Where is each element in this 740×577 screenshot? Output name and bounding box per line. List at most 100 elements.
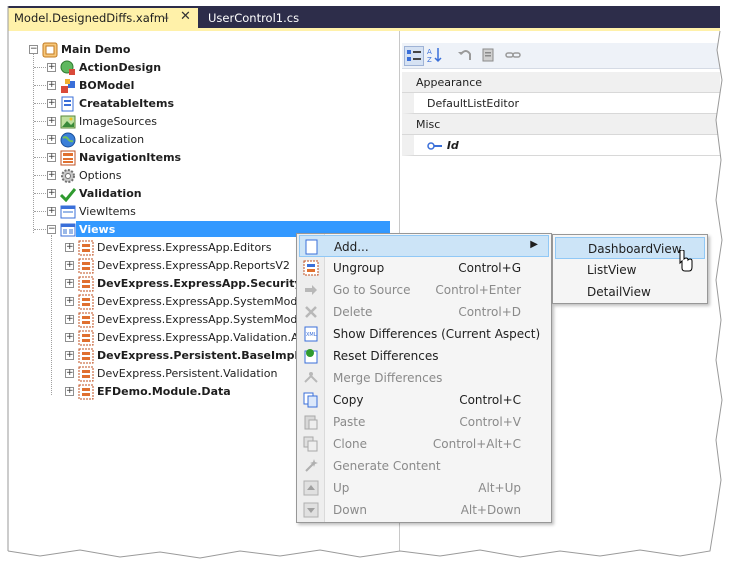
- property-row-editor[interactable]: DefaultListEditor: [402, 93, 720, 114]
- module-icon: [78, 312, 94, 328]
- menu-item-add[interactable]: Add... ▶: [299, 235, 549, 257]
- key-icon: [427, 142, 442, 150]
- alphabetical-button[interactable]: AZ: [426, 46, 446, 66]
- expand-icon[interactable]: +: [65, 243, 74, 252]
- tab-model-designed-diffs[interactable]: Model.DesignedDiffs.xafml ⫨ ✕: [8, 8, 198, 28]
- tree-connector: [33, 53, 34, 233]
- expand-icon[interactable]: +: [65, 387, 74, 396]
- expand-icon[interactable]: +: [47, 153, 56, 162]
- menu-item-go-to-source[interactable]: Go to Source Control+Enter: [299, 279, 549, 301]
- svg-text:XML: XML: [306, 332, 317, 338]
- property-row-id[interactable]: Id: [402, 135, 720, 156]
- up-icon: [303, 480, 319, 496]
- expand-icon[interactable]: +: [65, 261, 74, 270]
- undo-icon: [458, 50, 471, 60]
- menu-item-clone[interactable]: Clone Control+Alt+C: [299, 433, 549, 455]
- menu-item-copy[interactable]: Copy Control+C: [299, 389, 549, 411]
- tree-node-options[interactable]: + Options: [34, 167, 344, 185]
- svg-text:A: A: [427, 48, 432, 56]
- close-icon[interactable]: ✕: [180, 9, 191, 24]
- properties-button[interactable]: [480, 46, 500, 66]
- tree-node-validation[interactable]: + Validation: [34, 185, 344, 203]
- add-icon: [305, 239, 318, 255]
- tree-node-label: NavigationItems: [79, 151, 182, 164]
- tree-node-label: DevExpress.ExpressApp.SystemModule: [97, 295, 315, 308]
- expand-icon[interactable]: +: [65, 369, 74, 378]
- link-icon: [505, 52, 521, 58]
- checkmark-icon: [60, 188, 76, 202]
- expand-icon[interactable]: +: [47, 171, 56, 180]
- delete-icon: [305, 306, 317, 318]
- property-category-appearance[interactable]: Appearance: [402, 72, 720, 93]
- xml-diff-icon: XML: [304, 326, 318, 342]
- tree-connector: [51, 235, 52, 395]
- expand-icon[interactable]: +: [47, 99, 56, 108]
- tree-node-bomodel[interactable]: + BOModel: [34, 77, 344, 95]
- tree-node-label: DevExpress.Persistent.BaseImpl.EF: [97, 349, 318, 362]
- globe-icon: [60, 132, 76, 148]
- menu-item-generate-content[interactable]: Generate Content: [299, 455, 549, 477]
- module-icon: [78, 258, 94, 274]
- collapse-icon[interactable]: −: [29, 45, 38, 54]
- tree-node-root[interactable]: − Main Demo: [26, 41, 326, 59]
- views-icon: [60, 223, 76, 237]
- menu-item-paste[interactable]: Paste Control+V: [299, 411, 549, 433]
- copy-icon: [303, 392, 318, 408]
- expand-icon[interactable]: +: [47, 189, 56, 198]
- menu-item-ungroup[interactable]: Ungroup Control+G: [299, 257, 549, 279]
- tree-node-label: Options: [79, 169, 122, 182]
- menu-item-merge-differences[interactable]: Merge Differences: [299, 367, 549, 389]
- expand-icon[interactable]: +: [47, 81, 56, 90]
- mouse-cursor-icon: [679, 250, 693, 272]
- sort-az-icon: AZ: [427, 48, 442, 64]
- expand-icon[interactable]: +: [65, 297, 74, 306]
- expand-icon[interactable]: +: [47, 63, 56, 72]
- expand-icon[interactable]: +: [47, 135, 56, 144]
- merge-icon: [304, 372, 318, 383]
- menu-item-reset-differences[interactable]: Reset Differences: [299, 345, 549, 367]
- expand-icon[interactable]: +: [47, 117, 56, 126]
- tab-label: Model.DesignedDiffs.xafml: [14, 11, 169, 25]
- tree-node-creatableitems[interactable]: + CreatableItems: [34, 95, 344, 113]
- undo-button[interactable]: [456, 46, 476, 66]
- bomodel-icon: [61, 79, 75, 93]
- submenu-item-detailview[interactable]: DetailView: [555, 281, 705, 303]
- tree-node-imagesources[interactable]: + ImageSources: [34, 113, 344, 131]
- property-value: DefaultListEditor: [427, 97, 519, 110]
- expand-icon[interactable]: +: [65, 279, 74, 288]
- expand-icon[interactable]: +: [65, 333, 74, 342]
- tree-node-localization[interactable]: + Localization: [34, 131, 344, 149]
- expand-icon[interactable]: +: [65, 315, 74, 324]
- tree-node-label: BOModel: [79, 79, 135, 92]
- model-root-icon: [42, 42, 58, 58]
- go-to-source-icon: [305, 285, 317, 295]
- expand-icon[interactable]: +: [65, 351, 74, 360]
- tree-node-label: DevExpress.ExpressApp.SystemModule.N: [97, 313, 326, 326]
- tree-node-actiondesign[interactable]: + ActionDesign: [34, 59, 344, 77]
- categorized-button[interactable]: [404, 46, 424, 66]
- tree-node-label: DevExpress.ExpressApp.ReportsV2: [97, 259, 290, 272]
- menu-item-down[interactable]: Down Alt+Down: [299, 499, 549, 521]
- property-toolbar: AZ: [402, 43, 720, 69]
- action-icon: [60, 60, 75, 75]
- ungroup-icon: [303, 260, 319, 276]
- submenu-arrow-icon: ▶: [530, 239, 538, 250]
- tree-node-viewitems[interactable]: + ViewItems: [34, 203, 344, 221]
- tab-usercontrol1[interactable]: UserControl1.cs: [202, 8, 300, 28]
- link-button[interactable]: [504, 46, 524, 66]
- menu-item-delete[interactable]: Delete Control+D: [299, 301, 549, 323]
- property-category-misc[interactable]: Misc: [402, 114, 720, 135]
- tree-node-navigationitems[interactable]: + NavigationItems: [34, 149, 344, 167]
- tab-label: UserControl1.cs: [208, 11, 300, 25]
- module-icon: [78, 240, 94, 256]
- module-icon: [78, 330, 94, 346]
- properties-icon: [482, 48, 494, 62]
- tree-node-label: EFDemo.Module.Data: [97, 385, 231, 398]
- collapse-icon[interactable]: −: [47, 225, 56, 234]
- menu-item-up[interactable]: Up Alt+Up: [299, 477, 549, 499]
- tree-node-label: Views: [79, 223, 116, 236]
- tree-node-label: DevExpress.ExpressApp.Validation.AllCon: [97, 331, 326, 344]
- pin-icon[interactable]: ⫨: [163, 11, 169, 22]
- menu-item-show-differences[interactable]: XML Show Differences (Current Aspect): [299, 323, 549, 345]
- expand-icon[interactable]: +: [47, 207, 56, 216]
